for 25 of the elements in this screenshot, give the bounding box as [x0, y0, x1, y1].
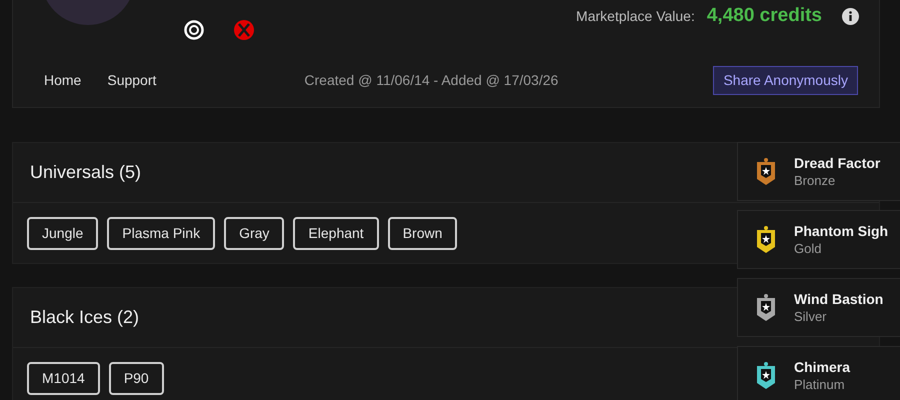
section-title: Black Ices (2): [30, 306, 140, 329]
skin-tag[interactable]: Gray: [224, 216, 284, 250]
rank-tier-label: Silver: [794, 308, 828, 325]
marketplace-label: Marketplace Value:: [576, 6, 695, 26]
rank-tier-label: Bronze: [794, 172, 836, 189]
skin-tag[interactable]: Plasma Pink: [107, 216, 216, 250]
skin-tag[interactable]: Brown: [388, 216, 458, 250]
info-icon[interactable]: [842, 8, 859, 25]
rank-tier-label: Gold: [794, 240, 822, 257]
skin-tag[interactable]: Jungle: [27, 216, 98, 250]
season-name: Chimera: [794, 358, 850, 376]
marketplace-value: 4,480 credits: [706, 4, 822, 28]
skin-tag[interactable]: M1014: [27, 362, 100, 394]
nav-link[interactable]: Home: [44, 70, 82, 91]
share-button[interactable]: Share Anonymously: [713, 66, 858, 95]
nav-link[interactable]: Support: [107, 70, 156, 91]
date-info: Created @ 11/06/14 - Added @ 17/03/26: [304, 71, 558, 90]
season-name: Phantom Sigh: [794, 222, 888, 240]
skin-tag[interactable]: P90: [108, 362, 164, 394]
season-name: Dread Factor: [794, 154, 880, 172]
season-name: Wind Bastion: [794, 290, 884, 308]
section-title: Universals (5): [30, 161, 142, 184]
x-logo-icon: [234, 20, 254, 40]
rank-tier-label: Platinum: [794, 376, 846, 393]
skin-tag[interactable]: Elephant: [293, 216, 379, 250]
